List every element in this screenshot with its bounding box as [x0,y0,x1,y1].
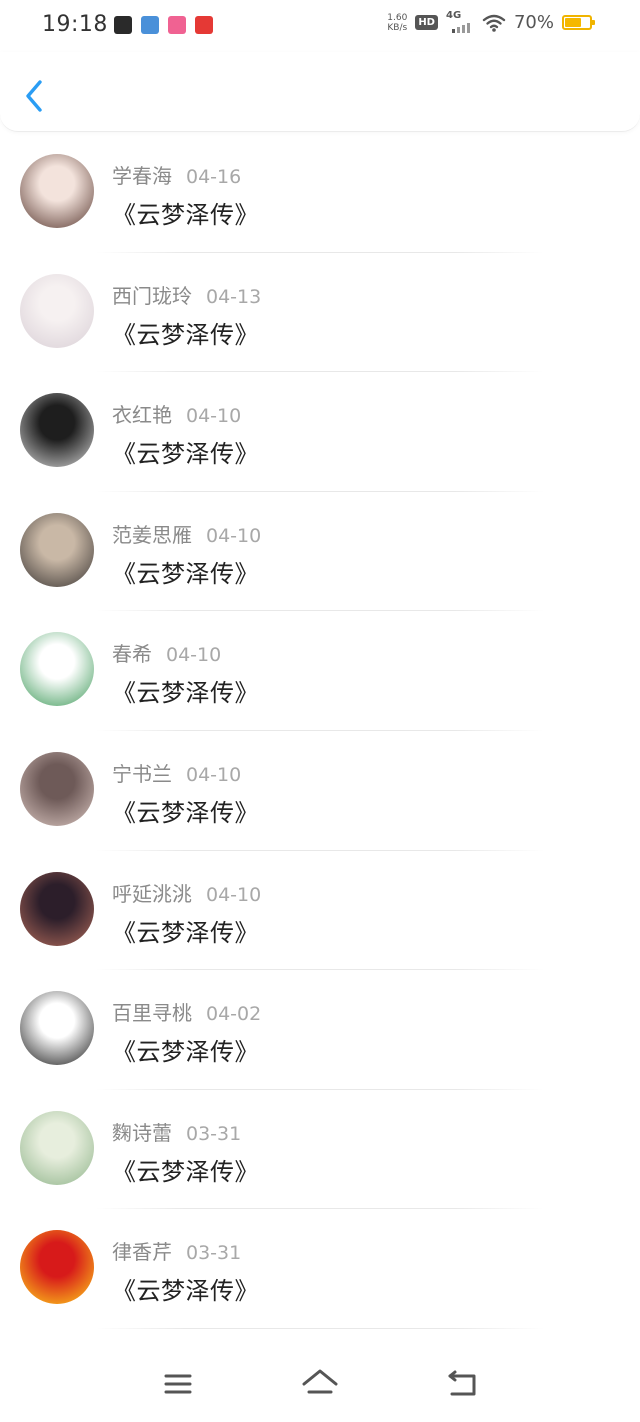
user-name[interactable]: 学春海 [112,164,172,188]
item-meta: 律香芹 03-31 [112,1236,241,1265]
item-meta: 麴诗蕾 03-31 [112,1117,241,1146]
avatar[interactable] [20,273,94,348]
avatar[interactable] [20,512,94,587]
item-date: 04-02 [206,1003,262,1026]
system-nav-bar [0,1350,640,1422]
item-meta: 范姜思雁 04-10 [112,519,261,548]
item-date: 03-31 [186,1122,242,1145]
battery-icon [562,15,595,30]
back-nav-button[interactable] [442,1364,482,1404]
notification-icons [114,16,213,34]
item-content[interactable]: 《云梦泽传》 [112,673,259,708]
avatar[interactable] [20,871,94,946]
network-type-label: 4G [445,9,462,21]
app-notification-3-icon [168,16,186,34]
avatar[interactable] [20,751,94,826]
wifi-icon [482,14,506,32]
network-speed-unit: KB/s [387,22,408,33]
home-button[interactable] [300,1364,340,1404]
user-name[interactable]: 西门珑玲 [112,284,192,308]
avatar[interactable] [20,632,94,707]
user-name[interactable]: 宁书兰 [112,762,172,786]
back-icon [448,1370,476,1396]
item-meta: 春希 04-10 [112,638,221,667]
cellular-signal-icon: 4G [445,9,474,33]
list-item[interactable]: 呼延洮洮 04-10 《云梦泽传》 [0,851,640,971]
battery-level [565,18,582,27]
item-date: 04-10 [206,524,262,547]
avatar[interactable] [20,991,94,1066]
list-item[interactable]: 百里寻桃 04-02 《云梦泽传》 [0,970,640,1090]
item-date: 04-10 [166,644,222,667]
top-app-bar [0,52,640,132]
menu-button[interactable] [158,1364,198,1404]
item-content[interactable]: 《云梦泽传》 [112,434,259,469]
battery-percent: 70% [513,12,554,33]
list-item[interactable]: 春希 04-10 《云梦泽传》 [0,611,640,731]
app-notification-1-icon [114,16,132,34]
list-item[interactable]: 宁书兰 04-10 《云梦泽传》 [0,731,640,851]
list-item[interactable]: 范姜思雁 04-10 《云梦泽传》 [0,492,640,612]
item-meta: 呼延洮洮 04-10 [112,878,261,907]
user-name[interactable]: 衣红艳 [112,403,172,427]
item-content[interactable]: 《云梦泽传》 [112,315,259,350]
divider [96,1327,544,1329]
status-time: 19:18 [42,12,108,37]
item-meta: 西门珑玲 04-13 [112,280,261,309]
back-button[interactable] [20,76,52,116]
comment-list: 学春海 04-16 《云梦泽传》 西门珑玲 04-13 《云梦泽传》 衣红艳 04-10 《云梦… [0,133,640,1329]
user-name[interactable]: 百里寻桃 [112,1001,192,1025]
avatar[interactable] [20,393,94,468]
item-date: 04-10 [206,883,262,906]
item-date: 03-31 [186,1242,242,1265]
avatar[interactable] [20,154,94,228]
item-content[interactable]: 《云梦泽传》 [112,554,259,589]
app-notification-2-icon [141,16,159,34]
user-name[interactable]: 律香芹 [112,1240,172,1264]
network-speed-value: 1.60 [387,12,408,23]
app-notification-4-icon [195,16,213,34]
list-item[interactable]: 麴诗蕾 03-31 《云梦泽传》 [0,1090,640,1210]
item-date: 04-13 [206,285,262,308]
user-name[interactable]: 呼延洮洮 [112,882,192,906]
item-content[interactable]: 《云梦泽传》 [112,1271,259,1306]
user-name[interactable]: 麴诗蕾 [112,1121,172,1145]
menu-icon [164,1374,192,1394]
item-content[interactable]: 《云梦泽传》 [112,913,259,948]
hd-icon: HD [415,15,438,30]
home-icon [302,1369,338,1394]
item-meta: 百里寻桃 04-02 [112,997,261,1026]
user-name[interactable]: 春希 [112,642,152,666]
item-content[interactable]: 《云梦泽传》 [112,1152,259,1187]
item-date: 04-10 [186,763,242,786]
network-speed: 1.60 KB/s [387,13,407,33]
status-bar: 19:18 1.60 KB/s HD 4G 70% [0,0,640,52]
list-item[interactable]: 西门珑玲 04-13 《云梦泽传》 [0,253,640,373]
user-name[interactable]: 范姜思雁 [112,523,192,547]
chevron-left-icon [26,80,42,112]
item-meta: 衣红艳 04-10 [112,399,241,428]
avatar[interactable] [20,1110,94,1185]
item-content[interactable]: 《云梦泽传》 [112,1032,259,1067]
item-meta: 宁书兰 04-10 [112,758,241,787]
status-indicators: 1.60 KB/s HD 4G 70% [387,9,595,33]
list-item[interactable]: 衣红艳 04-10 《云梦泽传》 [0,372,640,492]
item-meta: 学春海 04-16 [112,160,241,189]
item-content[interactable]: 《云梦泽传》 [112,793,259,828]
item-date: 04-10 [186,405,242,428]
list-item[interactable]: 律香芹 03-31 《云梦泽传》 [0,1209,640,1329]
avatar[interactable] [20,1230,94,1305]
item-content[interactable]: 《云梦泽传》 [112,195,259,230]
item-date: 04-16 [186,166,242,188]
list-item[interactable]: 学春海 04-16 《云梦泽传》 [0,133,640,253]
